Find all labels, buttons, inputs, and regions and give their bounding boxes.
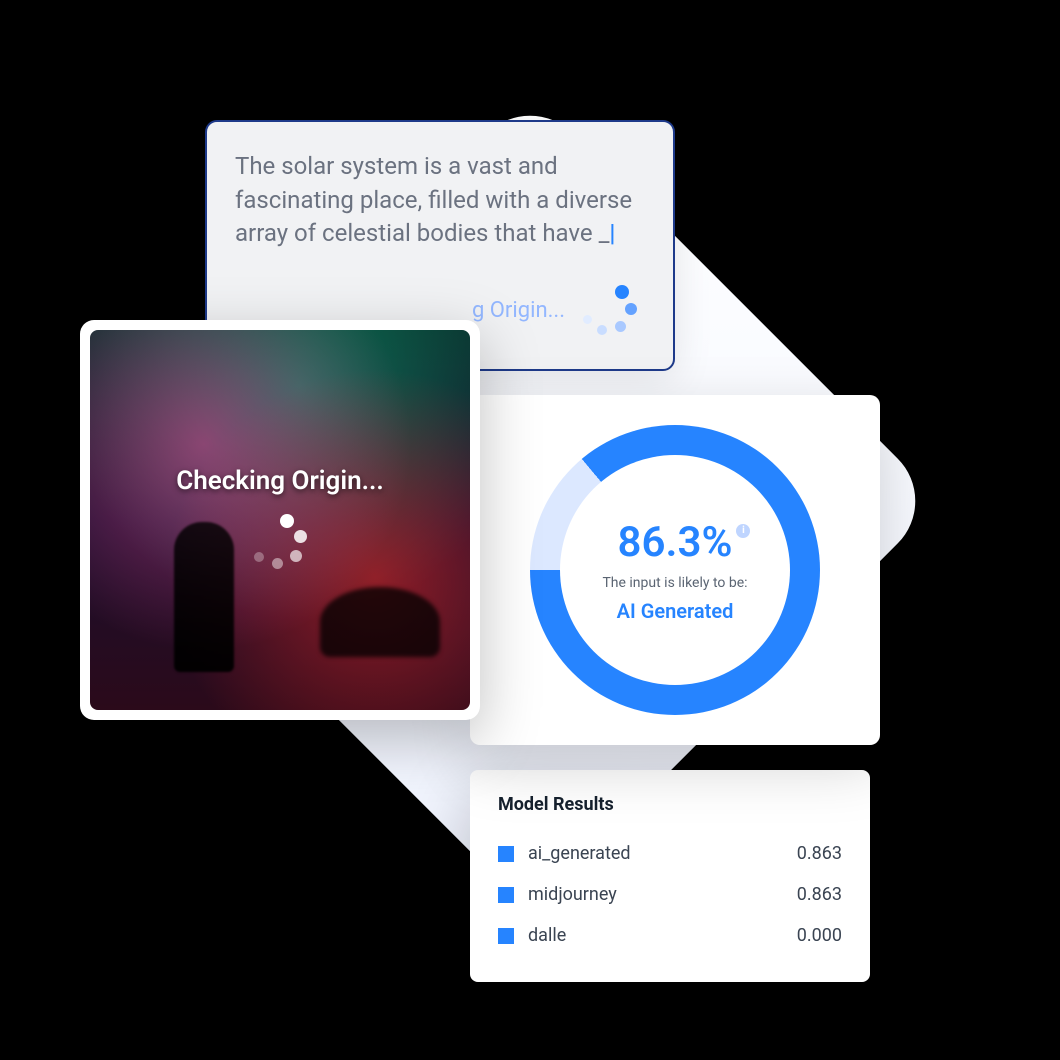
sample-text-body: The solar system is a vast and fascinati… xyxy=(235,152,632,247)
image-thumbnail: Checking Origin... xyxy=(90,330,470,710)
model-color-swatch xyxy=(498,887,514,903)
probability-percent: 86.3% i xyxy=(618,518,733,567)
image-status-label: Checking Origin... xyxy=(176,466,384,496)
donut-center: 86.3% i The input is likely to be: AI Ge… xyxy=(560,455,790,685)
model-result-row: ai_generated 0.863 xyxy=(498,833,842,874)
model-name: dalle xyxy=(528,925,783,946)
loading-spinner-icon xyxy=(581,281,641,341)
image-preview-card: Checking Origin... xyxy=(80,320,480,720)
probability-verdict: AI Generated xyxy=(617,599,734,623)
result-card: 86.3% i The input is likely to be: AI Ge… xyxy=(470,395,880,745)
model-value: 0.000 xyxy=(797,925,842,946)
model-results-title: Model Results xyxy=(498,794,842,815)
model-value: 0.863 xyxy=(797,843,842,864)
model-color-swatch xyxy=(498,928,514,944)
probability-donut: 86.3% i The input is likely to be: AI Ge… xyxy=(530,425,820,715)
info-icon[interactable]: i xyxy=(736,524,750,538)
model-value: 0.863 xyxy=(797,884,842,905)
model-name: ai_generated xyxy=(528,843,783,864)
model-result-row: dalle 0.000 xyxy=(498,915,842,956)
model-results-card: Model Results ai_generated0.863midjourne… xyxy=(470,770,870,982)
probability-percent-value: 86.3% xyxy=(618,518,733,567)
image-overlay: Checking Origin... xyxy=(90,330,470,710)
model-name: midjourney xyxy=(528,884,783,905)
loading-spinner-icon xyxy=(250,514,310,574)
sample-text: The solar system is a vast and fascinati… xyxy=(235,150,641,251)
text-cursor: | xyxy=(609,219,615,247)
probability-subtitle: The input is likely to be: xyxy=(602,575,747,591)
model-color-swatch xyxy=(498,846,514,862)
model-result-row: midjourney 0.863 xyxy=(498,874,842,915)
text-status-label: g Origin... xyxy=(472,298,565,323)
